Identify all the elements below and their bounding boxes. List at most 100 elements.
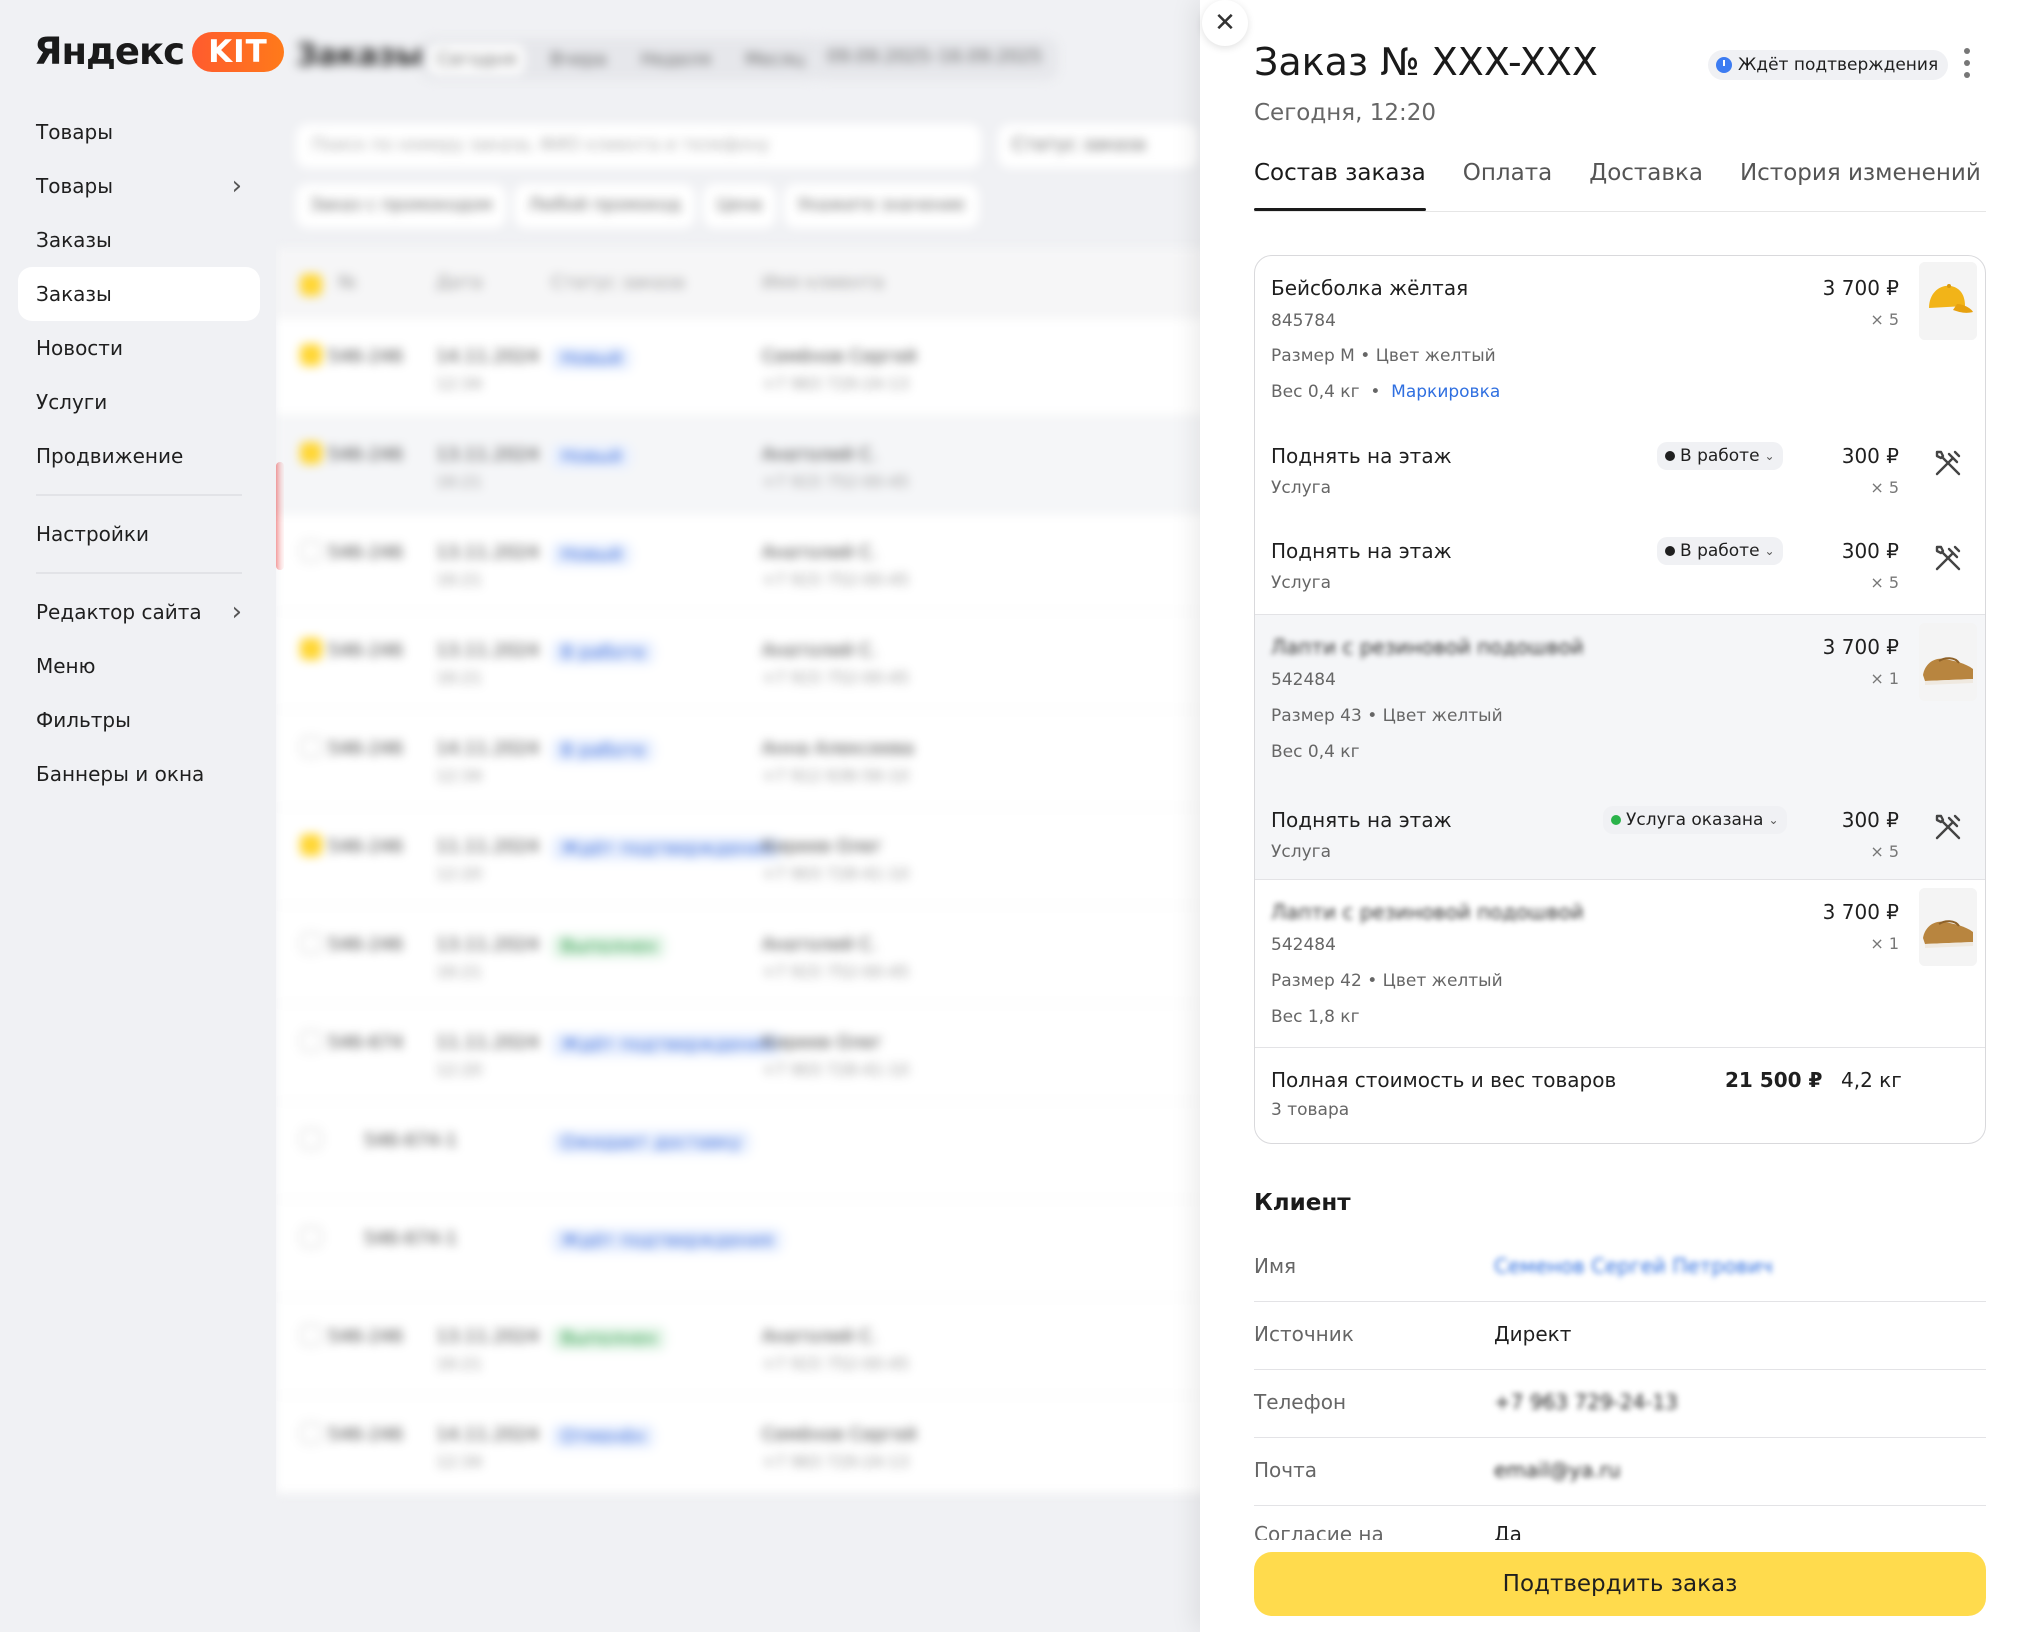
table-row[interactable]: 546-246 13.11.2024 16:21 В работе Анатолий С… — [276, 612, 1206, 710]
table-row[interactable]: 546-246 11.11.2024 12:20 Ждёт подтверждения… — [276, 808, 1206, 906]
order-status: Выполнен — [551, 934, 667, 959]
row-checkbox[interactable] — [300, 638, 322, 660]
sidebar-item-services[interactable]: Услуги — [18, 375, 260, 429]
item-group: Бейсболка жёлтая 845784 Размер M • Цвет … — [1255, 256, 1985, 606]
table-row[interactable]: 546-674-1 Ждёт подтверждения — [276, 1200, 1206, 1298]
total-weight: 4,2 кг — [1841, 1068, 1902, 1092]
chevron-right-icon: › — [231, 597, 242, 627]
sidebar-item-products[interactable]: Товары — [18, 105, 260, 159]
sidebar-item-banners[interactable]: Баннеры и окна — [18, 747, 260, 801]
logo[interactable]: Яндекс KIT — [34, 30, 284, 73]
row-checkbox[interactable] — [300, 1226, 322, 1248]
sidebar-item-site-editor[interactable]: Редактор сайта › — [18, 585, 260, 639]
client-name-link[interactable]: Семенов Сергей Петрович — [1494, 1254, 1773, 1278]
done-icon — [1611, 815, 1621, 825]
row-checkbox[interactable] — [300, 1128, 322, 1150]
tab-delivery[interactable]: Доставка — [1589, 158, 1703, 211]
period-week[interactable]: Неделя — [633, 45, 719, 74]
sidebar-item-orders-active[interactable]: Заказы — [18, 267, 260, 321]
sidebar-item-promotion[interactable]: Продвижение — [18, 429, 260, 483]
service-qty: × 5 — [1870, 842, 1899, 861]
order-tabs: Состав заказа Оплата Доставка История из… — [1254, 158, 1986, 212]
order-number: 546-674 — [328, 1032, 404, 1053]
sidebar-item-label: Меню — [36, 654, 96, 678]
order-number: 546-246 — [328, 444, 404, 465]
table-row[interactable]: 546-674 11.11.2024 12:20 Ждёт подтверждения… — [276, 1004, 1206, 1102]
client-name: Анна Алексеева — [762, 738, 915, 759]
row-checkbox[interactable] — [300, 442, 322, 464]
sidebar-item-settings[interactable]: Настройки — [18, 507, 260, 561]
product-qty: × 1 — [1870, 669, 1899, 688]
order-status: Новый — [551, 542, 633, 567]
price-filter[interactable]: Цена — [702, 184, 776, 228]
order-number: 546-246 — [328, 640, 404, 661]
table-row[interactable]: 546-246 13.11.2024 16:21 Выполнен Анатолий С… — [276, 906, 1206, 1004]
period-month[interactable]: Месяц — [737, 45, 813, 74]
promo-filter[interactable]: Заказ с промокодом — [296, 184, 507, 228]
sidebar-item-orders[interactable]: Заказы — [18, 213, 260, 267]
orders-main: Заказы Сегодня Вчера Неделя Месяц 09.09.… — [276, 0, 1206, 1632]
search-input[interactable]: Поиск по номеру заказа, ФИО клиента и те… — [296, 124, 981, 168]
row-checkbox[interactable] — [300, 344, 322, 366]
order-status: Ждёт подтверждения — [551, 836, 783, 861]
row-checkbox[interactable] — [300, 1422, 322, 1444]
sidebar-item-label: Новости — [36, 336, 123, 360]
status-label: Ждёт подтверждения — [1738, 55, 1939, 75]
tab-payment[interactable]: Оплата — [1463, 158, 1552, 211]
table-row[interactable]: 546-246 13.11.2024 16:21 Новый Анатолий С. +7… — [276, 514, 1206, 612]
tab-history[interactable]: История изменений — [1740, 158, 1981, 211]
column-header: Дата — [436, 272, 483, 293]
client-source: Директ — [1494, 1322, 1572, 1346]
row-checkbox[interactable] — [300, 540, 322, 562]
row-checkbox[interactable] — [300, 1030, 322, 1052]
row-checkbox[interactable] — [300, 1324, 322, 1346]
service-status-dropdown[interactable]: В работе ⌄ — [1657, 442, 1783, 470]
table-row[interactable]: 546-246 13.11.2024 16:21 Выполнен Анатолий С… — [276, 1298, 1206, 1396]
row-checkbox[interactable] — [300, 834, 322, 856]
period-switch[interactable]: Сегодня Вчера Неделя Месяц — [421, 38, 821, 80]
shoe-image[interactable] — [1919, 623, 1977, 701]
tools-icon — [1935, 814, 1961, 840]
sidebar-item-news[interactable]: Новости — [18, 321, 260, 375]
select-all-checkbox[interactable] — [300, 274, 322, 296]
product-weight-line: Вес 0,4 кг • Маркировка — [1271, 382, 1501, 402]
status-filter[interactable]: Статус заказа — [998, 124, 1198, 168]
divider — [1255, 1047, 1985, 1048]
client-name: Семёнов Сергей — [762, 1424, 917, 1445]
service-status-dropdown[interactable]: В работе ⌄ — [1657, 537, 1783, 565]
row-checkbox[interactable] — [300, 736, 322, 758]
sidebar-item-label: Баннеры и окна — [36, 762, 205, 786]
order-time: 16:21 — [436, 668, 483, 687]
table-row[interactable]: 546-674-1 Ожидает доставку — [276, 1102, 1206, 1200]
status-badge[interactable]: Ждёт подтверждения — [1708, 50, 1949, 80]
value-filter[interactable]: Укажите значение — [783, 184, 979, 228]
order-date: 14.11.2024 — [436, 1424, 540, 1445]
order-date: 13.11.2024 — [436, 640, 540, 661]
sidebar-item-label: Фильтры — [36, 708, 131, 732]
more-menu-icon[interactable] — [1964, 48, 1970, 78]
product-name[interactable]: Лапти с резиновой подошвой — [1271, 635, 1584, 659]
sidebar-item-products-group[interactable]: Товары › — [18, 159, 260, 213]
service-status-dropdown[interactable]: Услуга оказана ⌄ — [1603, 806, 1787, 834]
date-range[interactable]: 09.09.2025–16.09.2025 — [811, 38, 1059, 80]
shoe-image[interactable] — [1919, 888, 1977, 966]
cap-image[interactable] — [1919, 262, 1977, 340]
product-name[interactable]: Лапти с резиновой подошвой — [1271, 900, 1584, 924]
row-checkbox[interactable] — [300, 932, 322, 954]
confirm-order-button[interactable]: Подтвердить заказ — [1254, 1552, 1986, 1616]
table-row[interactable]: 546-246 13.11.2024 16:21 Новый Анатолий С. +7… — [276, 416, 1206, 514]
table-row[interactable]: 546-246 14.11.2024 12:34 Отменён Семёнов Сер… — [276, 1396, 1206, 1494]
marking-link[interactable]: Маркировка — [1391, 382, 1500, 402]
table-row[interactable]: 546-246 14.11.2024 12:34 В работе Анна Алекс… — [276, 710, 1206, 808]
order-number: 546-674-1 — [364, 1228, 458, 1249]
product-name[interactable]: Бейсболка жёлтая — [1271, 276, 1468, 300]
close-icon[interactable]: ✕ — [1202, 0, 1248, 46]
table-row[interactable]: 546-246 14.11.2024 12:34 Новый Семёнов Серге… — [276, 318, 1206, 416]
period-today[interactable]: Сегодня — [429, 44, 525, 74]
sidebar-item-menu[interactable]: Меню — [18, 639, 260, 693]
promo-value-filter[interactable]: Любой промокод — [514, 184, 695, 228]
tab-composition[interactable]: Состав заказа — [1254, 158, 1426, 211]
client-phone: +7 963 729-24-13 — [1494, 1390, 1678, 1414]
period-yesterday[interactable]: Вчера — [542, 45, 615, 74]
sidebar-item-filters[interactable]: Фильтры — [18, 693, 260, 747]
